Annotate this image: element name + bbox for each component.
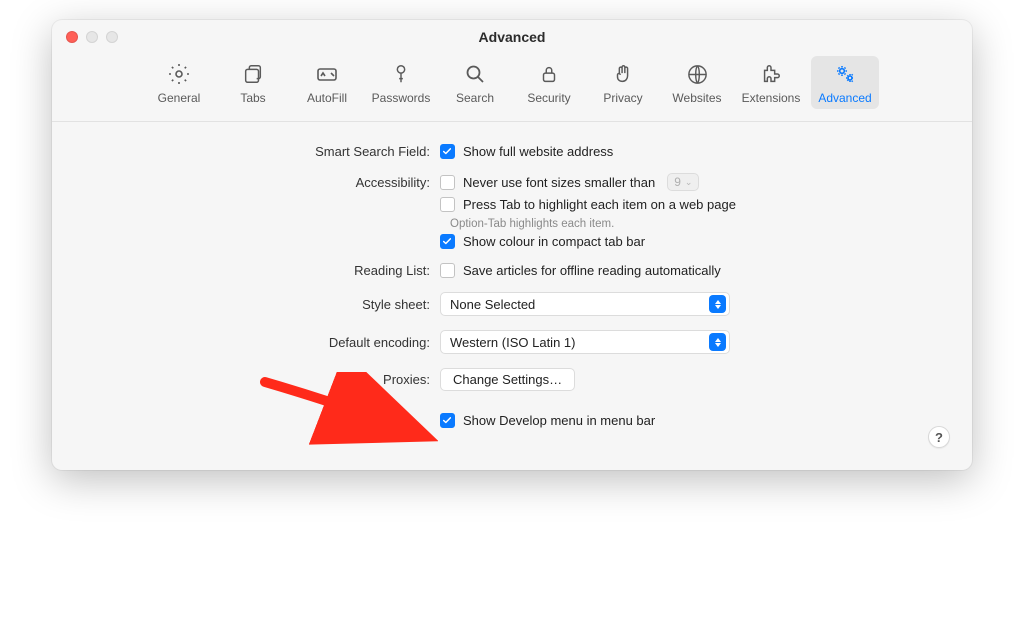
- show-develop-menu-text: Show Develop menu in menu bar: [463, 413, 655, 428]
- window-controls: [66, 31, 118, 43]
- tab-security[interactable]: Security: [515, 56, 583, 109]
- show-colour-text: Show colour in compact tab bar: [463, 234, 645, 249]
- zoom-window-button[interactable]: [106, 31, 118, 43]
- key-icon: [388, 61, 414, 87]
- globe-icon: [684, 61, 710, 87]
- smart-search-label: Smart Search Field:: [92, 144, 440, 159]
- default-encoding-label: Default encoding:: [92, 335, 440, 350]
- save-offline-text: Save articles for offline reading automa…: [463, 263, 721, 278]
- tab-label: Extensions: [742, 91, 801, 105]
- minimize-window-button[interactable]: [86, 31, 98, 43]
- select-arrows-icon: [709, 295, 726, 313]
- chevron-down-icon: ⌄: [685, 177, 693, 188]
- tab-label: Tabs: [240, 91, 265, 105]
- tab-passwords[interactable]: Passwords: [367, 56, 435, 109]
- never-smaller-text: Never use font sizes smaller than: [463, 175, 655, 190]
- never-smaller-checkbox[interactable]: [440, 175, 455, 190]
- preferences-window: Advanced General Tabs AutoFill Passwords: [52, 20, 972, 470]
- tab-label: General: [158, 91, 201, 105]
- style-sheet-select[interactable]: None Selected: [440, 292, 730, 316]
- show-develop-menu-checkbox[interactable]: [440, 413, 455, 428]
- close-window-button[interactable]: [66, 31, 78, 43]
- tab-general[interactable]: General: [145, 56, 213, 109]
- tab-label: Search: [456, 91, 494, 105]
- reading-list-label: Reading List:: [92, 263, 440, 278]
- advanced-pane: Smart Search Field: Show full website ad…: [52, 122, 972, 470]
- tab-tabs[interactable]: Tabs: [219, 56, 287, 109]
- tab-label: AutoFill: [307, 91, 347, 105]
- default-encoding-select[interactable]: Western (ISO Latin 1): [440, 330, 730, 354]
- tab-advanced[interactable]: Advanced: [811, 56, 879, 109]
- tab-label: Advanced: [818, 91, 871, 105]
- show-colour-checkbox[interactable]: [440, 234, 455, 249]
- default-encoding-value: Western (ISO Latin 1): [450, 335, 575, 350]
- show-full-address-checkbox[interactable]: [440, 144, 455, 159]
- press-tab-checkbox[interactable]: [440, 197, 455, 212]
- tab-autofill[interactable]: AutoFill: [293, 56, 361, 109]
- titlebar: Advanced: [52, 20, 972, 46]
- select-arrows-icon: [709, 333, 726, 351]
- help-button[interactable]: ?: [928, 426, 950, 448]
- tab-label: Privacy: [603, 91, 642, 105]
- tab-websites[interactable]: Websites: [663, 56, 731, 109]
- proxies-label: Proxies:: [92, 372, 440, 387]
- tabs-icon: [240, 61, 266, 87]
- tab-privacy[interactable]: Privacy: [589, 56, 657, 109]
- autofill-icon: [314, 61, 340, 87]
- puzzle-icon: [758, 61, 784, 87]
- option-tab-hint: Option-Tab highlights each item.: [450, 218, 932, 230]
- tab-label: Passwords: [372, 91, 431, 105]
- preferences-toolbar: General Tabs AutoFill Passwords Search: [52, 46, 972, 122]
- gears-icon: [832, 61, 858, 87]
- tab-label: Security: [527, 91, 570, 105]
- show-full-address-text: Show full website address: [463, 144, 613, 159]
- gear-icon: [166, 61, 192, 87]
- change-settings-button[interactable]: Change Settings…: [440, 368, 575, 391]
- tab-extensions[interactable]: Extensions: [737, 56, 805, 109]
- min-font-size-select[interactable]: 9 ⌄: [667, 173, 699, 191]
- press-tab-text: Press Tab to highlight each item on a we…: [463, 197, 736, 212]
- min-font-size-value: 9: [674, 175, 681, 189]
- tab-label: Websites: [672, 91, 721, 105]
- lock-icon: [536, 61, 562, 87]
- save-offline-checkbox[interactable]: [440, 263, 455, 278]
- tab-search[interactable]: Search: [441, 56, 509, 109]
- accessibility-label: Accessibility:: [92, 175, 440, 190]
- search-icon: [462, 61, 488, 87]
- hand-icon: [610, 61, 636, 87]
- style-sheet-value: None Selected: [450, 297, 535, 312]
- style-sheet-label: Style sheet:: [92, 297, 440, 312]
- window-title: Advanced: [479, 29, 546, 45]
